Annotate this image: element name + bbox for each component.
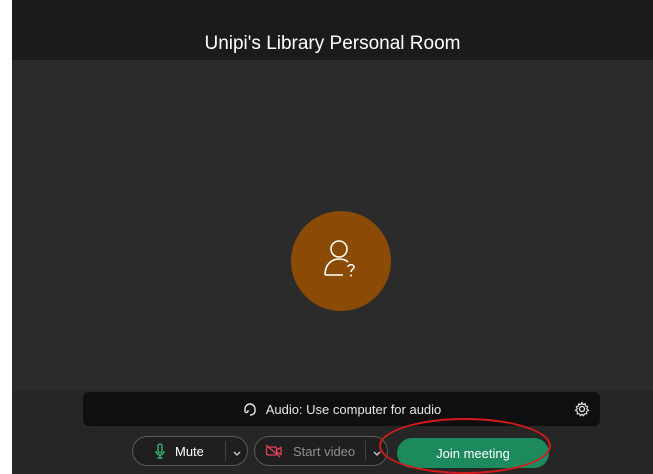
chevron-down-icon[interactable]: [372, 446, 382, 456]
join-meeting-button[interactable]: Join meeting: [397, 438, 549, 468]
video-preview-area: [12, 60, 653, 390]
user-unknown-icon: [321, 237, 361, 286]
start-video-button[interactable]: Start video: [255, 444, 355, 459]
mute-button[interactable]: Mute: [133, 443, 204, 459]
join-meeting-label: Join meeting: [436, 445, 510, 461]
divider: [365, 441, 366, 461]
video-off-icon: [265, 444, 283, 458]
divider: [225, 441, 226, 461]
title-bar: Unipi's Library Personal Room: [12, 0, 653, 60]
avatar: [291, 211, 391, 311]
gear-icon[interactable]: [574, 401, 590, 417]
microphone-icon: [155, 443, 165, 459]
chevron-down-icon[interactable]: [232, 446, 242, 456]
meeting-title: Unipi's Library Personal Room: [204, 33, 461, 54]
audio-connection-bar[interactable]: Audio: Use computer for audio: [83, 392, 600, 426]
video-button-group: Start video: [254, 436, 388, 466]
meeting-preview-window: Unipi's Library Personal Room Audio: Use…: [12, 0, 653, 474]
mute-button-group: Mute: [132, 436, 248, 466]
start-video-label: Start video: [293, 443, 356, 459]
control-bar: Mute Start video Join meeting: [12, 430, 653, 474]
audio-status-label: Audio: Use computer for audio: [265, 401, 442, 417]
mute-label: Mute: [175, 443, 204, 459]
headset-icon: [242, 401, 258, 417]
